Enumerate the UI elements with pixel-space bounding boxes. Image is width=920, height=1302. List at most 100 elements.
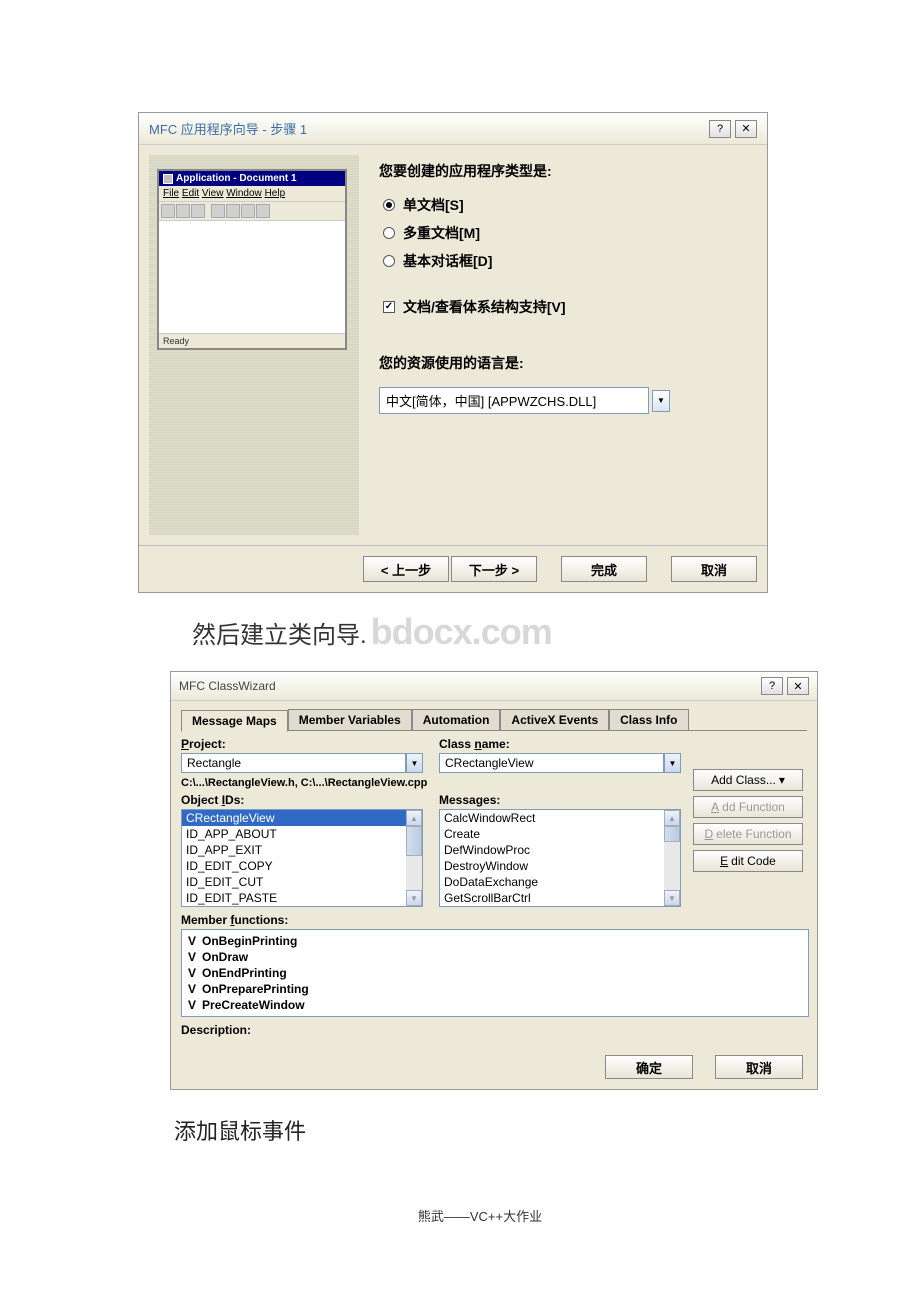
list-item[interactable]: ID_EDIT_CUT bbox=[182, 874, 406, 890]
preview-window-icon bbox=[163, 174, 173, 184]
preview-content-area bbox=[159, 221, 345, 333]
language-select[interactable]: 中文[简体，中国] [APPWZCHS.DLL] bbox=[379, 387, 649, 414]
preview-panel: Application - Document 1 File Edit View … bbox=[149, 155, 359, 535]
classwizard-tabs: Message Maps Member Variables Automation… bbox=[181, 709, 807, 731]
list-item[interactable]: VOnDraw bbox=[186, 949, 804, 965]
list-item[interactable]: Create bbox=[440, 826, 664, 842]
project-label: Project: bbox=[181, 737, 423, 751]
list-item[interactable]: DefWindowProc bbox=[440, 842, 664, 858]
messages-label: Messages: bbox=[439, 793, 681, 807]
virtual-icon: V bbox=[188, 950, 196, 964]
dialog1-title: MFC 应用程序向导 - 步骤 1 bbox=[149, 119, 307, 138]
radio-multi-document[interactable]: 多重文档[M] bbox=[383, 223, 755, 243]
language-question: 您的资源使用的语言是: bbox=[379, 353, 755, 373]
caption-then-classwizard: 然后建立类向导. bdocx.com bbox=[192, 611, 920, 653]
radio-label: 多重文档[M] bbox=[403, 223, 480, 243]
help-button[interactable]: ? bbox=[709, 120, 731, 138]
virtual-icon: V bbox=[188, 966, 196, 980]
tab-automation[interactable]: Automation bbox=[412, 709, 501, 730]
edit-code-button[interactable]: Edit Code bbox=[693, 850, 803, 872]
radio-label: 单文档[S] bbox=[403, 195, 464, 215]
dropdown-arrow-icon[interactable]: ▼ bbox=[406, 753, 423, 773]
cancel-button[interactable]: 取消 bbox=[715, 1055, 803, 1079]
project-select[interactable]: Rectangle bbox=[181, 753, 406, 773]
list-item[interactable]: ID_APP_EXIT bbox=[182, 842, 406, 858]
preview-menu-window: Window bbox=[226, 188, 262, 199]
finish-button[interactable]: 完成 bbox=[561, 556, 647, 582]
preview-menu-help: Help bbox=[265, 188, 286, 199]
cancel-button[interactable]: 取消 bbox=[671, 556, 757, 582]
virtual-icon: V bbox=[188, 982, 196, 996]
preview-tool-icon bbox=[211, 204, 225, 218]
object-ids-listbox[interactable]: CRectangleView ID_APP_ABOUT ID_APP_EXIT … bbox=[182, 810, 406, 906]
scroll-up-icon[interactable]: ▲ bbox=[406, 810, 422, 826]
classname-select[interactable]: CRectangleView bbox=[439, 753, 664, 773]
preview-window-title: Application - Document 1 bbox=[176, 173, 297, 184]
scroll-thumb[interactable] bbox=[664, 826, 680, 842]
list-item[interactable]: ID_EDIT_PASTE bbox=[182, 890, 406, 906]
list-item[interactable]: GetScrollBarCtrl bbox=[440, 890, 664, 906]
radio-icon bbox=[383, 199, 395, 211]
list-item[interactable]: VOnPreparePrinting bbox=[186, 981, 804, 997]
radio-dialog-based[interactable]: 基本对话框[D] bbox=[383, 251, 755, 271]
help-button[interactable]: ? bbox=[761, 677, 783, 695]
delete-function-button[interactable]: Delete Function bbox=[693, 823, 803, 845]
preview-statusbar: Ready bbox=[159, 333, 345, 348]
objectids-label: Object IDs: bbox=[181, 793, 423, 807]
scroll-down-icon[interactable]: ▼ bbox=[406, 890, 422, 906]
dropdown-arrow-icon[interactable]: ▼ bbox=[664, 753, 681, 773]
list-item[interactable]: CalcWindowRect bbox=[440, 810, 664, 826]
preview-tool-icon bbox=[161, 204, 175, 218]
list-item[interactable]: CRectangleView bbox=[182, 810, 406, 826]
close-button[interactable]: ✕ bbox=[735, 120, 757, 138]
radio-icon bbox=[383, 227, 395, 239]
member-name: OnBeginPrinting bbox=[202, 934, 297, 948]
preview-menu-edit: Edit bbox=[182, 188, 199, 199]
list-item[interactable]: ID_APP_ABOUT bbox=[182, 826, 406, 842]
preview-menu-view: View bbox=[202, 188, 224, 199]
virtual-icon: V bbox=[188, 934, 196, 948]
messages-listbox[interactable]: CalcWindowRect Create DefWindowProc Dest… bbox=[440, 810, 664, 906]
scroll-down-icon[interactable]: ▼ bbox=[664, 890, 680, 906]
add-class-button[interactable]: Add Class...▾ bbox=[693, 769, 803, 791]
dropdown-arrow-icon[interactable]: ▼ bbox=[652, 390, 670, 412]
list-item[interactable]: V OnEndPrinting bbox=[186, 965, 804, 981]
checkbox-label: 文档/查看体系结构支持[V] bbox=[403, 297, 566, 317]
caption1-text: 然后建立类向导. bbox=[192, 615, 367, 650]
dialog2-title: MFC ClassWizard bbox=[179, 679, 276, 693]
radio-label: 基本对话框[D] bbox=[403, 251, 492, 271]
list-item[interactable]: VPreCreateWindow bbox=[186, 997, 804, 1013]
list-item[interactable]: ID_EDIT_COPY bbox=[182, 858, 406, 874]
scroll-up-icon[interactable]: ▲ bbox=[664, 810, 680, 826]
close-button[interactable]: ✕ bbox=[787, 677, 809, 695]
page-footer: 熊武——VC++大作业 bbox=[40, 1206, 920, 1225]
preview-menubar: File Edit View Window Help bbox=[159, 186, 345, 202]
preview-tool-icon bbox=[256, 204, 270, 218]
member-functions-listbox[interactable]: VOnBeginPrinting VOnDraw VOnEndPrinting … bbox=[181, 929, 809, 1017]
preview-toolbar bbox=[159, 202, 345, 221]
checkbox-docview-support[interactable]: ✓ 文档/查看体系结构支持[V] bbox=[383, 297, 755, 317]
scrollbar[interactable]: ▲ ▼ bbox=[664, 810, 680, 906]
ok-button[interactable]: 确定 bbox=[605, 1055, 693, 1079]
next-button[interactable]: 下一步 > bbox=[451, 556, 537, 582]
scrollbar[interactable]: ▲ ▼ bbox=[406, 810, 422, 906]
list-item[interactable]: DoDataExchange bbox=[440, 874, 664, 890]
caption-add-mouse-event: 添加鼠标事件 bbox=[174, 1114, 920, 1146]
description-label: Description: bbox=[181, 1023, 681, 1037]
tab-member-variables[interactable]: Member Variables bbox=[288, 709, 412, 730]
mfc-classwizard-dialog: MFC ClassWizard ? ✕ Message Maps Member … bbox=[170, 671, 818, 1090]
dropdown-arrow-icon: ▾ bbox=[779, 773, 785, 787]
member-name: OnEndPrinting bbox=[202, 966, 287, 980]
dialog1-titlebar: MFC 应用程序向导 - 步骤 1 ? ✕ bbox=[139, 113, 767, 145]
scroll-thumb[interactable] bbox=[406, 826, 422, 856]
list-item[interactable]: V OnBeginPrinting bbox=[186, 933, 804, 949]
tab-message-maps[interactable]: Message Maps bbox=[181, 710, 288, 732]
preview-tool-icon bbox=[226, 204, 240, 218]
back-button[interactable]: < 上一步 bbox=[363, 556, 449, 582]
tab-activex-events[interactable]: ActiveX Events bbox=[500, 709, 609, 730]
tab-class-info[interactable]: Class Info bbox=[609, 709, 688, 730]
add-function-button[interactable]: Add Function bbox=[693, 796, 803, 818]
radio-single-document[interactable]: 单文档[S] bbox=[383, 195, 755, 215]
list-item[interactable]: DestroyWindow bbox=[440, 858, 664, 874]
classname-label: Class name: bbox=[439, 737, 681, 751]
